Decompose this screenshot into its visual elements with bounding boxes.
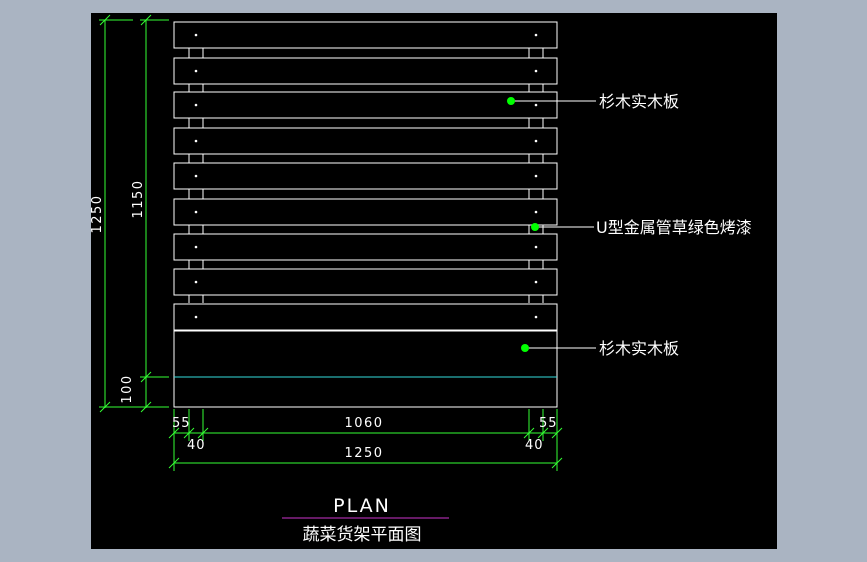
dim-left-base: 100 [120,374,135,403]
screw-hole [534,103,538,107]
screw-hole [534,280,538,284]
title-sub: 蔬菜货架平面图 [303,525,422,545]
plan-drawing: 1250 1150 100 55 40 1060 55 40 1250 杉木实木… [91,14,752,545]
dim-bottom-right-leg: 40 [525,438,544,453]
screw-hole [194,210,198,214]
screw-hole [194,139,198,143]
callout-dot-frame [531,223,539,231]
dim-bottom-total: 1250 [344,446,383,461]
screw-hole [194,280,198,284]
wood-board [173,162,558,190]
screw-hole [194,174,198,178]
screw-hole [194,33,198,37]
wood-board [173,303,558,331]
screw-hole [534,69,538,73]
wood-board [173,198,558,226]
screw-hole [534,315,538,319]
dim-bottom-left-margin: 55 [172,416,191,431]
cad-drawing-canvas: 1250 1150 100 55 40 1060 55 40 1250 杉木实木… [91,13,777,549]
wood-board [173,21,558,49]
dim-left-upper: 1150 [131,179,146,218]
dim-bottom-left-leg: 40 [187,438,206,453]
screw-hole [534,210,538,214]
screw-hole [534,139,538,143]
callout-dot-bottom [521,344,529,352]
screw-hole [194,315,198,319]
wood-board [173,91,558,119]
dim-bottom-right-margin: 55 [539,416,558,431]
wood-boards [173,21,558,331]
title-main: PLAN [333,495,391,517]
screw-hole [534,174,538,178]
screw-hole [194,69,198,73]
base-board [173,330,558,408]
dim-bottom-middle: 1060 [344,416,383,431]
callout-bottom-board: 杉木实木板 [599,339,679,358]
screw-hole [534,33,538,37]
screw-hole [194,245,198,249]
dim-left-total: 1250 [91,194,105,233]
callout-dot-top [507,97,515,105]
wood-board [173,268,558,296]
wood-board [173,57,558,85]
callout-top-board: 杉木实木板 [599,92,679,111]
callout-frame: U型金属管草绿色烤漆 [596,218,752,237]
screw-hole [534,245,538,249]
wood-board [173,233,558,261]
wood-board [173,127,558,155]
screw-hole [194,103,198,107]
